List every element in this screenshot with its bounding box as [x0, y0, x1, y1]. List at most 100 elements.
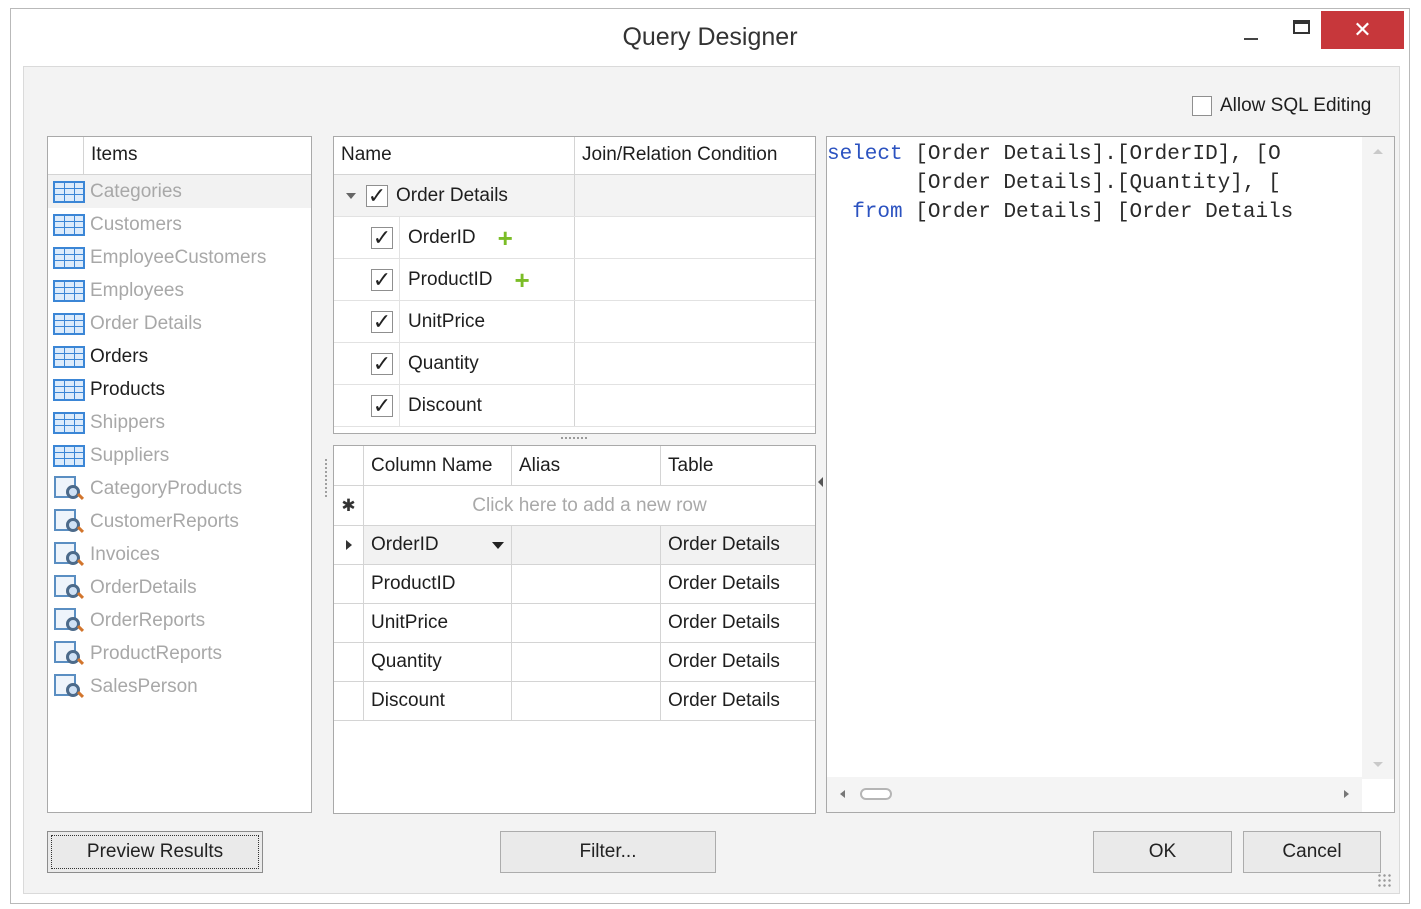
- item-shippers[interactable]: Shippers: [48, 406, 311, 439]
- item-customers[interactable]: Customers: [48, 208, 311, 241]
- sql-text[interactable]: select [Order Details].[OrderID], [O [Or…: [827, 137, 1362, 779]
- filter-button[interactable]: Filter...: [500, 831, 716, 873]
- sql-vertical-scrollbar[interactable]: [1362, 137, 1394, 779]
- scroll-left-arrow-icon[interactable]: [840, 790, 845, 798]
- row-indicator[interactable]: [334, 565, 364, 603]
- collapse-arrow-icon[interactable]: [346, 192, 356, 199]
- tree-join-cell[interactable]: [575, 217, 815, 258]
- sql-horizontal-scrollbar[interactable]: [827, 777, 1362, 812]
- cell-alias[interactable]: [512, 565, 661, 603]
- tree-join-cell[interactable]: [575, 385, 815, 426]
- discount-checkbox[interactable]: ✓: [371, 394, 393, 417]
- item-label: Shippers: [90, 411, 165, 433]
- allow-sql-editing-toggle[interactable]: Allow SQL Editing: [1192, 95, 1371, 117]
- new-row-prompt[interactable]: Click here to add a new row: [364, 486, 815, 525]
- preview-results-button[interactable]: Preview Results: [47, 831, 263, 873]
- item-productreports[interactable]: ProductReports: [48, 637, 311, 670]
- tree-join-cell[interactable]: [575, 343, 815, 384]
- cell-column-name[interactable]: ProductID: [364, 565, 512, 603]
- cell-table[interactable]: Order Details: [661, 682, 815, 720]
- tree-row-productid[interactable]: ✓ ProductID +: [334, 259, 815, 301]
- cell-column-name[interactable]: OrderID: [364, 526, 512, 564]
- close-button[interactable]: ✕: [1321, 11, 1404, 49]
- scroll-up-arrow-icon[interactable]: [1373, 149, 1383, 154]
- scroll-right-arrow-icon[interactable]: [1344, 790, 1349, 798]
- unitprice-checkbox[interactable]: ✓: [371, 310, 393, 333]
- cell-table[interactable]: Order Details: [661, 643, 815, 681]
- tree-header-join[interactable]: Join/Relation Condition: [575, 137, 815, 174]
- row-indicator[interactable]: [334, 682, 364, 720]
- cell-alias[interactable]: [512, 526, 661, 564]
- cell-column-name[interactable]: Quantity: [364, 643, 512, 681]
- productid-checkbox[interactable]: ✓: [371, 268, 393, 291]
- order-details-checkbox[interactable]: ✓: [366, 184, 388, 207]
- dropdown-arrow-icon[interactable]: [492, 541, 504, 549]
- table-grid-icon: [53, 279, 85, 302]
- horizontal-splitter[interactable]: [561, 437, 587, 439]
- ok-button[interactable]: OK: [1093, 831, 1232, 873]
- cell-alias[interactable]: [512, 682, 661, 720]
- item-orders[interactable]: Orders: [48, 340, 311, 373]
- item-employees[interactable]: Employees: [48, 274, 311, 307]
- row-indicator[interactable]: [334, 643, 364, 681]
- cell-table[interactable]: Order Details: [661, 604, 815, 642]
- add-relation-plus-icon[interactable]: +: [514, 267, 529, 293]
- item-customerreports[interactable]: CustomerReports: [48, 505, 311, 538]
- add-relation-plus-icon[interactable]: +: [498, 225, 513, 251]
- item-orderreports[interactable]: OrderReports: [48, 604, 311, 637]
- view-magnifier-icon: [54, 607, 85, 634]
- cell-alias[interactable]: [512, 604, 661, 642]
- grid-header-table[interactable]: Table: [661, 446, 815, 485]
- cell-table[interactable]: Order Details: [661, 565, 815, 603]
- scroll-down-arrow-icon[interactable]: [1373, 762, 1383, 767]
- orderid-checkbox[interactable]: ✓: [371, 226, 393, 249]
- tree-parent-join-cell[interactable]: [575, 175, 815, 216]
- new-row[interactable]: ✱ Click here to add a new row: [334, 486, 815, 526]
- grid-row[interactable]: OrderID Order Details: [334, 526, 815, 565]
- tree-row-order-details[interactable]: ✓ Order Details: [334, 175, 815, 217]
- row-indicator[interactable]: [334, 604, 364, 642]
- item-categories[interactable]: Categories: [48, 175, 311, 208]
- grid-row[interactable]: Quantity Order Details: [334, 643, 815, 682]
- grid-row[interactable]: ProductID Order Details: [334, 565, 815, 604]
- tree-header-name[interactable]: Name: [334, 137, 575, 174]
- collapse-panel-arrow-icon[interactable]: [818, 477, 823, 487]
- sql-editor[interactable]: select [Order Details].[OrderID], [O [Or…: [826, 136, 1395, 813]
- view-icon: [48, 574, 90, 601]
- table-grid-icon: [53, 378, 85, 401]
- item-suppliers[interactable]: Suppliers: [48, 439, 311, 472]
- item-employeecustomers[interactable]: EmployeeCustomers: [48, 241, 311, 274]
- view-icon: [48, 475, 90, 502]
- grid-header-column-name[interactable]: Column Name: [364, 446, 512, 485]
- tree-join-cell[interactable]: [575, 259, 815, 300]
- item-categoryproducts[interactable]: CategoryProducts: [48, 472, 311, 505]
- tree-row-orderid[interactable]: ✓ OrderID +: [334, 217, 815, 259]
- grid-row[interactable]: Discount Order Details: [334, 682, 815, 721]
- tree-row-quantity[interactable]: ✓ Quantity: [334, 343, 815, 385]
- cell-alias[interactable]: [512, 643, 661, 681]
- item-orderdetails[interactable]: OrderDetails: [48, 571, 311, 604]
- left-splitter-grip[interactable]: [325, 459, 328, 497]
- scroll-thumb[interactable]: [860, 788, 892, 800]
- allow-sql-editing-checkbox[interactable]: [1192, 96, 1212, 116]
- table-icon: [48, 345, 90, 368]
- item-invoices[interactable]: Invoices: [48, 538, 311, 571]
- tree-row-discount[interactable]: ✓ Discount: [334, 385, 815, 427]
- resize-grip-icon[interactable]: [1377, 873, 1391, 887]
- minimize-button[interactable]: [1231, 11, 1271, 49]
- grid-header-indicator: [334, 446, 364, 485]
- grid-row[interactable]: UnitPrice Order Details: [334, 604, 815, 643]
- item-products[interactable]: Products: [48, 373, 311, 406]
- item-salesperson[interactable]: SalesPerson: [48, 670, 311, 703]
- tree-join-cell[interactable]: [575, 301, 815, 342]
- cell-table[interactable]: Order Details: [661, 526, 815, 564]
- maximize-button[interactable]: [1281, 11, 1321, 49]
- cell-column-name[interactable]: UnitPrice: [364, 604, 512, 642]
- quantity-checkbox[interactable]: ✓: [371, 352, 393, 375]
- cell-column-name[interactable]: Discount: [364, 682, 512, 720]
- row-indicator[interactable]: [334, 526, 364, 564]
- grid-header-alias[interactable]: Alias: [512, 446, 661, 485]
- tree-row-unitprice[interactable]: ✓ UnitPrice: [334, 301, 815, 343]
- cancel-button[interactable]: Cancel: [1243, 831, 1381, 873]
- item-order-details[interactable]: Order Details: [48, 307, 311, 340]
